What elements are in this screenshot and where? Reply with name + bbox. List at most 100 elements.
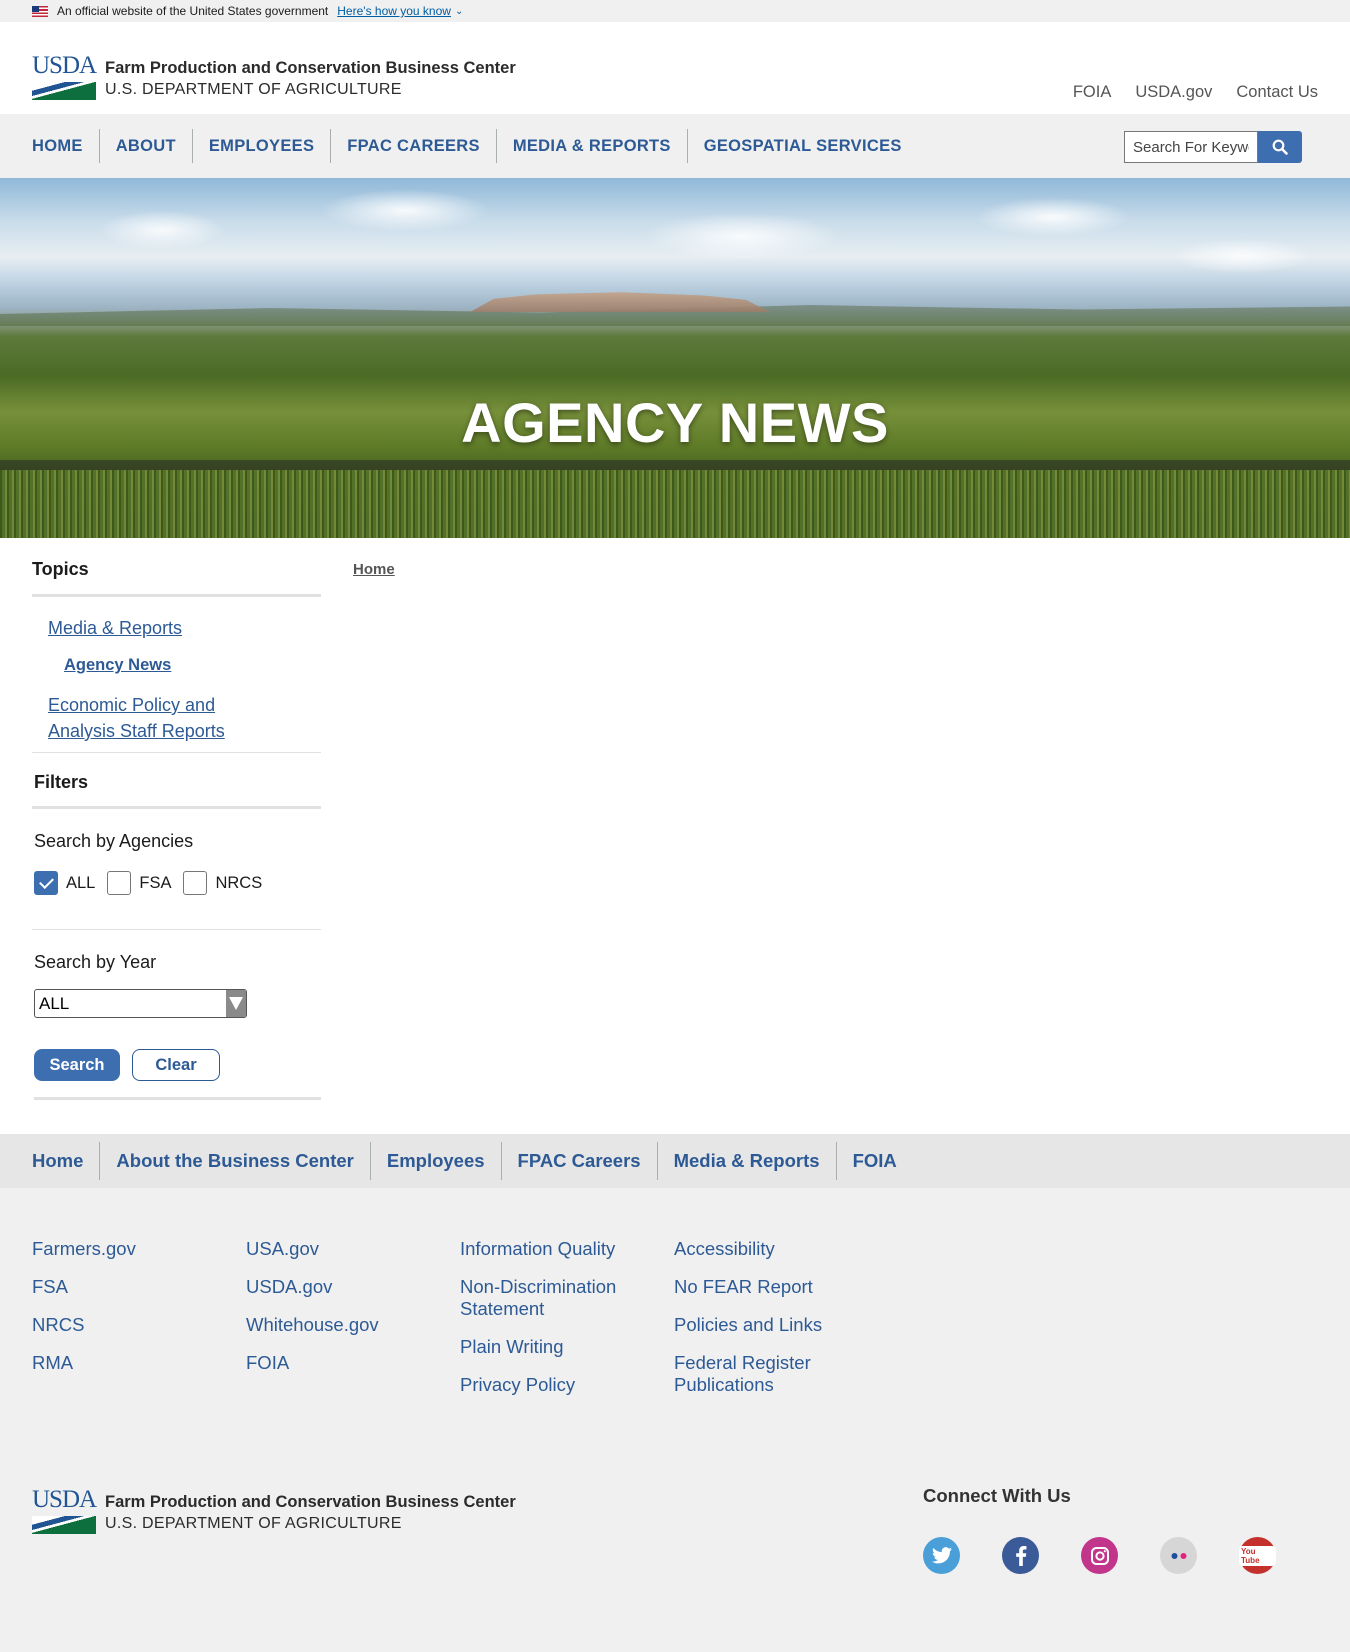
footer-link-information-quality[interactable]: Information Quality — [460, 1238, 674, 1260]
nav-employees[interactable]: EMPLOYEES — [191, 129, 330, 163]
utility-link-contact-us[interactable]: Contact Us — [1236, 83, 1318, 102]
logo-text: Farm Production and Conservation Busines… — [105, 57, 516, 101]
footer-link-column: USA.gov USDA.gov Whitehouse.gov FOIA — [246, 1238, 460, 1412]
nav-fpac-careers[interactable]: FPAC CAREERS — [330, 129, 496, 163]
checkbox-unchecked[interactable] — [183, 871, 208, 895]
footer-link-federal-register[interactable]: Federal Register Publications — [674, 1352, 854, 1396]
gov-banner: An official website of the United States… — [0, 0, 1350, 22]
footer-link-privacy-policy[interactable]: Privacy Policy — [460, 1374, 674, 1396]
agency-checkbox-nrcs[interactable]: NRCS — [183, 871, 262, 895]
agency-checkboxes: ALL FSA NRCS — [32, 871, 321, 930]
agencies-filter-label: Search by Agencies — [34, 831, 194, 851]
usda-logo[interactable]: USDA Farm Production and Conservation Bu… — [32, 52, 516, 101]
footer: Farmers.gov FSA NRCS RMA USA.gov USDA.go… — [0, 1188, 1350, 1652]
sidebar: Topics Media & Reports Agency News Econo… — [32, 538, 321, 1100]
usda-logo-mark: USDA — [32, 1486, 97, 1534]
footer-usda-logo[interactable]: USDA Farm Production and Conservation Bu… — [32, 1486, 516, 1535]
usda-field-graphic — [32, 1516, 96, 1534]
footer-link-no-fear-report[interactable]: No FEAR Report — [674, 1276, 888, 1298]
social-icons: You Tube — [923, 1537, 1276, 1574]
footer-link-column: Information Quality Non-Discrimination S… — [460, 1238, 674, 1412]
footer-link-plain-writing[interactable]: Plain Writing — [460, 1336, 674, 1358]
footer-nav-about[interactable]: About the Business Center — [99, 1142, 369, 1180]
department-name: U.S. DEPARTMENT OF AGRICULTURE — [105, 81, 402, 98]
hero-title-band — [0, 460, 1350, 470]
footer-nav-home[interactable]: Home — [32, 1142, 99, 1180]
main-nav: HOME ABOUT EMPLOYEES FPAC CAREERS MEDIA … — [0, 114, 1350, 178]
youtube-icon[interactable]: You Tube — [1239, 1537, 1276, 1574]
twitter-bird-glyph — [931, 1547, 952, 1564]
hero-banner: AGENCY NEWS — [0, 178, 1350, 538]
agency-name: Farm Production and Conservation Busines… — [105, 59, 516, 77]
footer-link-rma[interactable]: RMA — [32, 1352, 246, 1374]
usda-wordmark: USDA — [32, 52, 97, 79]
site-search — [1124, 131, 1302, 163]
checkbox-label: ALL — [66, 873, 96, 892]
search-button[interactable] — [1258, 131, 1302, 163]
footer-link-policies-and-links[interactable]: Policies and Links — [674, 1314, 888, 1336]
footer-link-non-discrimination[interactable]: Non-Discrimination Statement — [460, 1276, 640, 1320]
topic-agency-news[interactable]: Agency News — [64, 652, 321, 678]
footer-link-columns: Farmers.gov FSA NRCS RMA USA.gov USDA.go… — [32, 1238, 888, 1412]
nav-about[interactable]: ABOUT — [98, 129, 192, 163]
utility-link-foia[interactable]: FOIA — [1073, 83, 1112, 102]
clear-filter-button[interactable]: Clear — [132, 1049, 220, 1081]
site-header: USDA Farm Production and Conservation Bu… — [0, 22, 1350, 114]
usda-wordmark: USDA — [32, 1486, 97, 1513]
topic-list: Media & Reports Agency News Economic Pol… — [32, 597, 321, 753]
logo-text: Farm Production and Conservation Busines… — [105, 1491, 516, 1535]
footer-link-whitehouse-gov[interactable]: Whitehouse.gov — [246, 1314, 460, 1336]
instagram-icon[interactable] — [1081, 1537, 1118, 1574]
footer-link-accessibility[interactable]: Accessibility — [674, 1238, 888, 1260]
footer-nav: Home About the Business Center Employees… — [0, 1134, 1350, 1188]
footer-link-foia[interactable]: FOIA — [246, 1352, 460, 1374]
search-input[interactable] — [1124, 131, 1258, 163]
nav-geospatial-services[interactable]: GEOSPATIAL SERVICES — [686, 129, 918, 163]
topic-economic-policy[interactable]: Economic Policy and Analysis Staff Repor… — [48, 692, 258, 744]
utility-link-usda-gov[interactable]: USDA.gov — [1135, 83, 1212, 102]
footer-link-usda-gov[interactable]: USDA.gov — [246, 1276, 460, 1298]
footer-nav-fpac-careers[interactable]: FPAC Careers — [500, 1142, 657, 1180]
flickr-icon[interactable] — [1160, 1537, 1197, 1574]
footer-link-nrcs[interactable]: NRCS — [32, 1314, 246, 1336]
footer-link-farmers-gov[interactable]: Farmers.gov — [32, 1238, 246, 1260]
utility-nav: FOIA USDA.gov Contact Us — [1073, 83, 1318, 102]
chevron-down-icon[interactable]: ⌄ — [455, 6, 463, 17]
facebook-icon[interactable] — [1002, 1537, 1039, 1574]
agency-checkbox-all[interactable]: ALL — [34, 871, 95, 895]
footer-nav-employees[interactable]: Employees — [369, 1142, 501, 1180]
gov-banner-text: An official website of the United States… — [57, 4, 329, 18]
dropdown-arrow-icon[interactable] — [226, 990, 246, 1017]
connect-heading: Connect With Us — [923, 1485, 1071, 1506]
facebook-f-glyph — [1015, 1545, 1026, 1566]
checkbox-checked[interactable] — [34, 871, 58, 895]
topic-media-reports[interactable]: Media & Reports — [48, 615, 321, 641]
youtube-logo-text: You Tube — [1239, 1545, 1276, 1566]
footer-nav-media-reports[interactable]: Media & Reports — [656, 1142, 836, 1180]
footer-link-usa-gov[interactable]: USA.gov — [246, 1238, 460, 1260]
agency-checkbox-fsa[interactable]: FSA — [107, 871, 171, 895]
connect-with-us: Connect With Us You Tube — [923, 1485, 1276, 1574]
hero-clouds — [0, 178, 1350, 308]
checkbox-label: FSA — [139, 873, 172, 892]
search-filter-button[interactable]: Search — [34, 1049, 120, 1081]
filters-heading: Filters — [32, 753, 321, 809]
usda-logo-mark: USDA — [32, 52, 97, 100]
usda-field-graphic — [32, 82, 96, 100]
checkbox-label: NRCS — [215, 873, 263, 892]
nav-home[interactable]: HOME — [32, 129, 99, 163]
footer-link-fsa[interactable]: FSA — [32, 1276, 246, 1298]
heres-how-you-know-link[interactable]: Here's how you know — [337, 4, 451, 18]
nav-media-reports[interactable]: MEDIA & REPORTS — [495, 129, 687, 163]
footer-link-column: Accessibility No FEAR Report Policies an… — [674, 1238, 888, 1412]
twitter-icon[interactable] — [923, 1537, 960, 1574]
department-name: U.S. DEPARTMENT OF AGRICULTURE — [105, 1515, 402, 1532]
agency-name: Farm Production and Conservation Busines… — [105, 1493, 516, 1511]
year-select[interactable]: ALL — [34, 989, 247, 1018]
topics-heading: Topics — [32, 538, 321, 597]
filter-buttons: Search Clear — [34, 1049, 321, 1100]
checkbox-unchecked[interactable] — [107, 871, 132, 895]
flickr-dots-glyph — [1171, 1552, 1186, 1559]
footer-nav-foia[interactable]: FOIA — [835, 1142, 913, 1180]
breadcrumb-home[interactable]: Home — [353, 561, 395, 578]
